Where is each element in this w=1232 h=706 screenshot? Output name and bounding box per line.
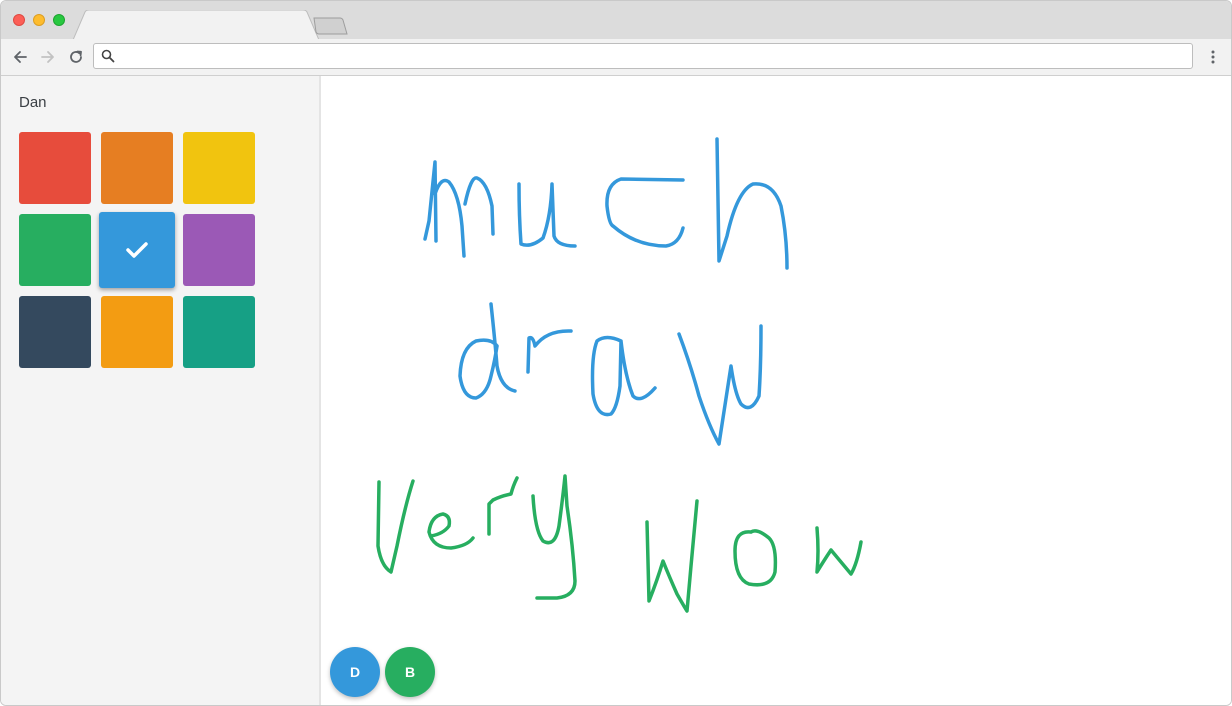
color-swatch-sunflower-yellow[interactable] — [183, 132, 255, 204]
arrow-left-icon — [14, 51, 27, 63]
tab-strip — [1, 1, 1231, 40]
user-avatar-b[interactable]: B — [385, 647, 435, 697]
color-swatch-teal[interactable] — [183, 296, 255, 368]
color-swatch-green[interactable] — [19, 214, 91, 286]
vertical-dots-icon — [1211, 50, 1215, 64]
user-name: Dan — [19, 94, 47, 111]
minimize-window-button[interactable] — [33, 14, 45, 26]
reload-icon — [70, 50, 82, 63]
color-swatch-red[interactable] — [19, 132, 91, 204]
stroke-e — [427, 512, 475, 550]
browser-window: Dan D B — [0, 0, 1232, 706]
drawing-surface[interactable] — [321, 76, 1231, 705]
stroke-a — [590, 335, 657, 417]
stroke-h — [715, 137, 789, 270]
stroke-v — [376, 479, 415, 574]
stroke-m — [423, 160, 495, 258]
stroke-o — [733, 529, 778, 587]
address-input[interactable] — [120, 46, 1184, 68]
color-swatch-carrot-orange[interactable] — [101, 132, 173, 204]
color-swatch-dark-navy[interactable] — [19, 296, 91, 368]
browser-tab[interactable] — [73, 10, 319, 40]
color-swatch-blue[interactable] — [99, 212, 175, 288]
stroke-y — [531, 474, 577, 600]
stroke-w — [677, 324, 763, 446]
checkmark-icon — [126, 242, 148, 258]
stroke-r — [526, 329, 573, 374]
back-button[interactable] — [9, 46, 31, 68]
browser-menu-button[interactable] — [1204, 46, 1222, 68]
stroke-d — [458, 302, 517, 400]
stroke-w2 — [645, 499, 699, 613]
color-swatch-purple[interactable] — [183, 214, 255, 286]
new-tab-button[interactable] — [310, 17, 350, 35]
sidebar: Dan — [1, 76, 321, 705]
maximize-window-button[interactable] — [53, 14, 65, 26]
address-bar[interactable] — [93, 43, 1193, 69]
user-avatar-d[interactable]: D — [330, 647, 380, 697]
stroke-u — [517, 182, 577, 248]
stroke-c — [605, 177, 685, 248]
search-icon — [101, 49, 115, 63]
green-strokes — [376, 474, 863, 613]
forward-button[interactable] — [37, 46, 59, 68]
color-swatch-orange[interactable] — [101, 296, 173, 368]
stroke-r2 — [487, 476, 519, 536]
drawing-canvas[interactable]: DB — [321, 76, 1231, 705]
close-window-button[interactable] — [13, 14, 25, 26]
blue-strokes — [423, 137, 789, 446]
browser-toolbar — [1, 39, 1231, 76]
reload-button[interactable] — [65, 46, 87, 68]
stroke-w3 — [815, 526, 863, 576]
arrow-right-icon — [41, 51, 54, 63]
